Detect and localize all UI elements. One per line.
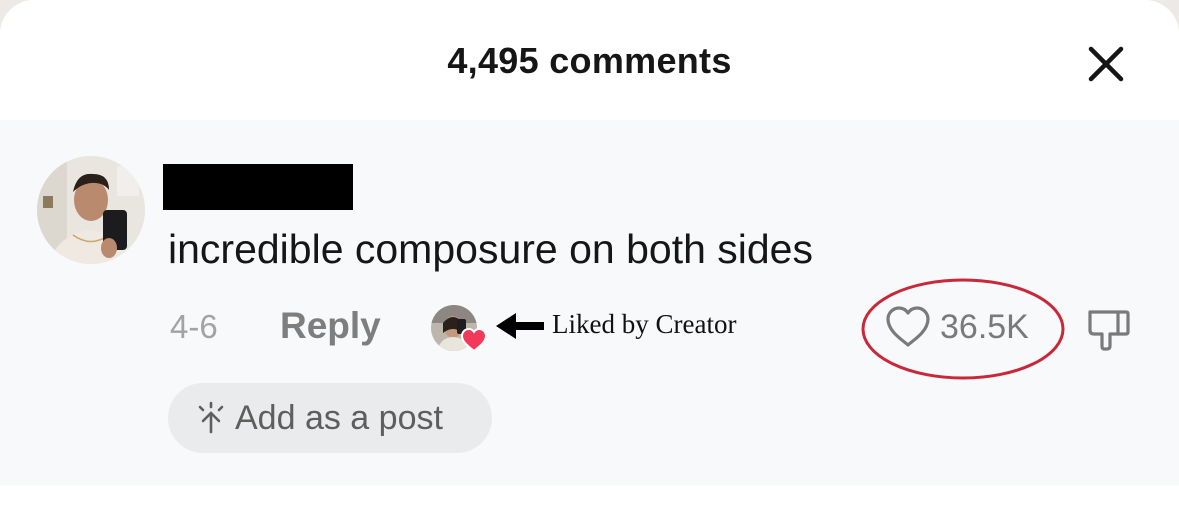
reply-button[interactable]: Reply	[280, 305, 381, 347]
sparkle-arrow-icon	[194, 401, 228, 435]
comments-sheet: 4,495 comments incredible composure on b…	[0, 0, 1179, 513]
dislike-button[interactable]	[1084, 304, 1132, 352]
creator-heart-icon	[460, 327, 488, 353]
like-count: 36.5K	[940, 308, 1029, 346]
add-as-post-button[interactable]: Add as a post	[168, 383, 492, 453]
close-button[interactable]	[1084, 42, 1128, 86]
thumbs-down-icon	[1088, 310, 1130, 351]
comment-date: 4-6	[170, 308, 218, 345]
heart-outline-icon	[886, 306, 930, 347]
redacted-username	[163, 164, 353, 210]
sheet-bottom	[0, 485, 1179, 513]
add-as-post-label: Add as a post	[235, 399, 443, 437]
close-icon	[1088, 46, 1124, 82]
avatar-photo	[37, 156, 145, 264]
arrow-left-icon	[494, 312, 546, 340]
like-button[interactable]	[884, 305, 932, 349]
commenter-avatar[interactable]	[37, 156, 145, 264]
liked-by-creator-label: Liked by Creator	[552, 309, 737, 339]
comments-header: 4,495 comments	[0, 0, 1179, 120]
comment-text: incredible composure on both sides	[168, 226, 813, 272]
comments-count-title: 4,495 comments	[447, 40, 732, 81]
